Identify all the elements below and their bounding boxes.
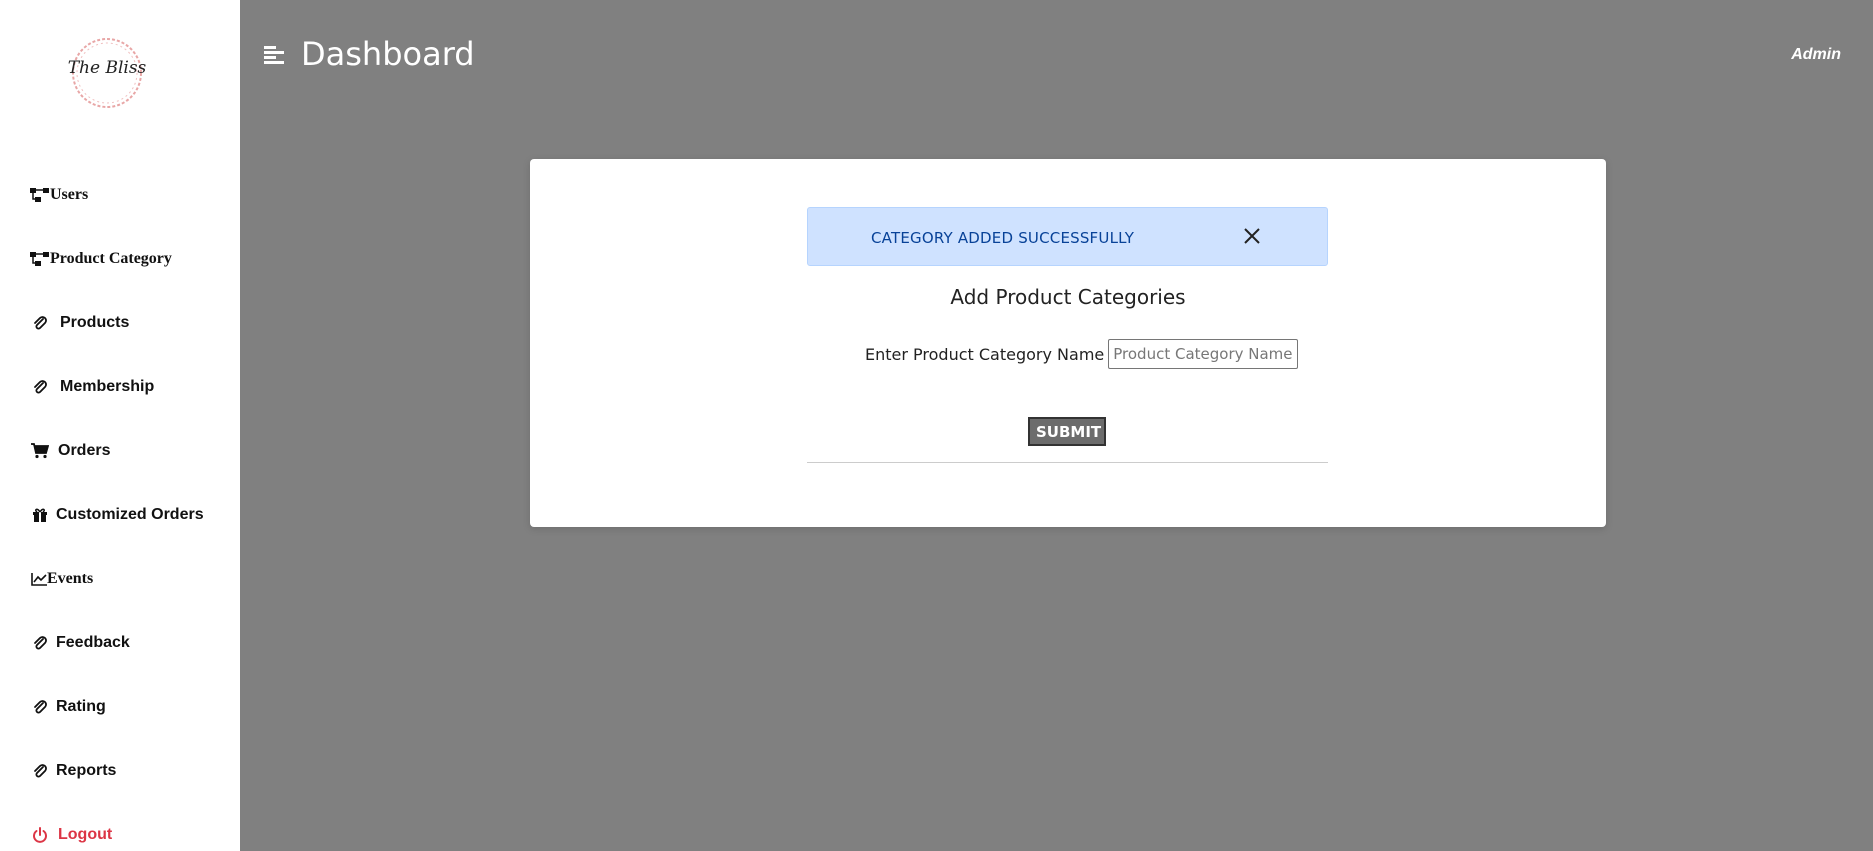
sidebar-item-label: Orders	[58, 442, 111, 459]
page-title: Dashboard	[301, 35, 475, 73]
form-title: Add Product Categories	[950, 285, 1186, 309]
divider	[807, 462, 1328, 463]
sidebar-item-label: Product Category	[50, 250, 172, 267]
sidebar-item-label: Rating	[56, 698, 106, 715]
brand-logo[interactable]: The Bliss	[64, 34, 150, 112]
paperclip-icon	[30, 698, 50, 716]
category-name-row: Enter Product Category Name	[865, 339, 1299, 369]
close-icon[interactable]	[1242, 226, 1262, 246]
sidebar-item-membership[interactable]: Membership	[30, 378, 154, 396]
sidebar-item-products[interactable]: Products	[30, 314, 129, 332]
paperclip-icon	[30, 634, 50, 652]
category-name-input[interactable]	[1108, 339, 1299, 369]
paperclip-icon	[30, 762, 50, 780]
sidebar-item-label: Reports	[56, 762, 117, 779]
paperclip-icon	[30, 314, 50, 332]
sidebar-item-label: Users	[50, 186, 89, 203]
sidebar: The Bliss Users Product Category Product…	[0, 0, 240, 851]
sitemap-icon	[30, 186, 50, 204]
sidebar-item-label: Feedback	[56, 634, 130, 651]
sitemap-icon	[30, 250, 50, 268]
sidebar-item-label: Membership	[60, 378, 155, 395]
sidebar-item-logout[interactable]: Logout	[30, 826, 112, 844]
submit-button[interactable]: SUBMIT	[1028, 417, 1106, 446]
sidebar-item-customized-orders[interactable]: Customized Orders	[30, 506, 204, 524]
sidebar-item-product-category[interactable]: Product Category	[30, 250, 172, 268]
add-category-modal: CATEGORY ADDED SUCCESSFULLY Add Product …	[530, 159, 1606, 527]
sidebar-item-label: Events	[47, 570, 94, 587]
sidebar-item-users[interactable]: Users	[30, 186, 88, 204]
alert-message: CATEGORY ADDED SUCCESSFULLY	[871, 229, 1135, 247]
gift-icon	[30, 506, 50, 524]
sidebar-item-orders[interactable]: Orders	[30, 442, 110, 460]
power-icon	[30, 826, 50, 844]
sidebar-item-reports[interactable]: Reports	[30, 762, 116, 780]
cart-icon	[30, 442, 50, 460]
sidebar-item-label: Customized Orders	[56, 506, 204, 523]
menu-toggle-icon[interactable]	[264, 44, 286, 66]
user-name[interactable]: Admin	[1791, 46, 1841, 64]
logo-text: The Bliss	[67, 58, 147, 78]
paperclip-icon	[30, 378, 50, 396]
sidebar-item-label: Products	[60, 314, 130, 331]
sidebar-item-label: Logout	[58, 826, 113, 843]
success-alert: CATEGORY ADDED SUCCESSFULLY	[807, 207, 1328, 266]
chart-line-icon	[30, 570, 47, 588]
sidebar-item-rating[interactable]: Rating	[30, 698, 106, 716]
sidebar-item-feedback[interactable]: Feedback	[30, 634, 130, 652]
category-name-label: Enter Product Category Name	[865, 344, 1105, 364]
sidebar-item-events[interactable]: Events	[30, 570, 93, 588]
